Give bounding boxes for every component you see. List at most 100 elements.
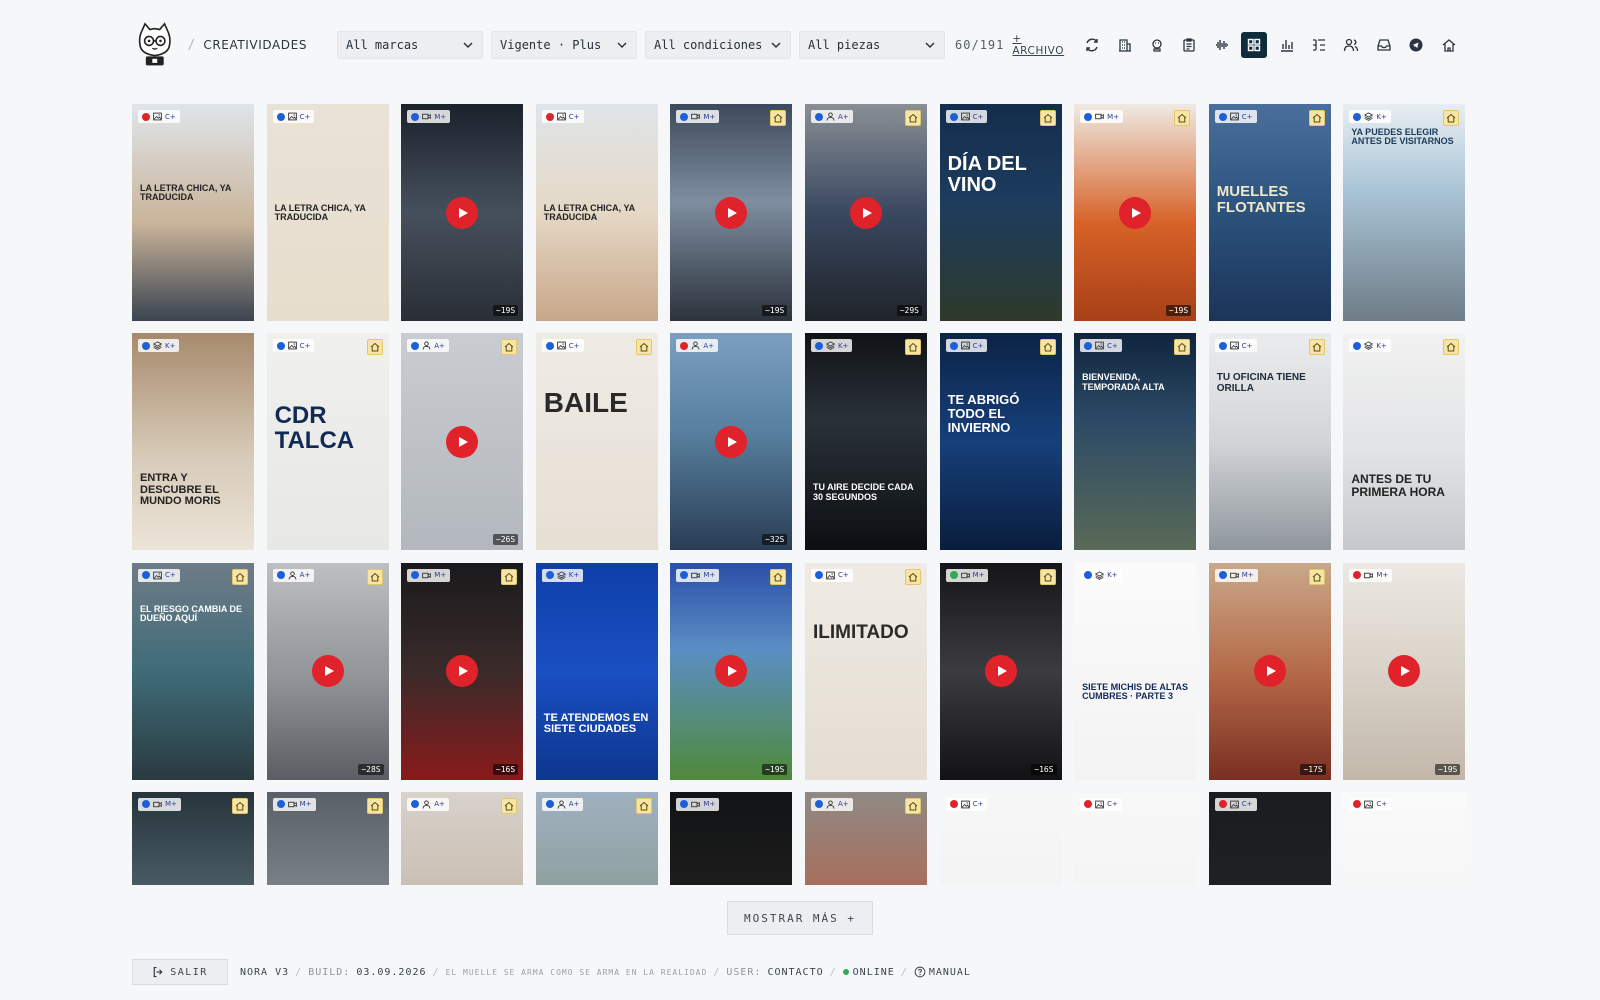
creative-card[interactable]: M+ ~16S (939, 562, 1062, 780)
home-badge[interactable] (366, 797, 383, 814)
home-badge[interactable] (1039, 110, 1056, 126)
toolbar-button-building[interactable] (1112, 32, 1138, 58)
home-badge[interactable] (770, 568, 787, 585)
home-badge[interactable] (232, 568, 248, 585)
creative-card[interactable]: M+ ~19S (670, 104, 793, 321)
filter-select-2[interactable]: All condiciones (645, 31, 792, 59)
creative-card[interactable]: M+ ~16S (401, 562, 524, 780)
creative-card[interactable]: M+ ~17S (1208, 562, 1331, 780)
home-badge[interactable] (1443, 110, 1460, 126)
home-badge[interactable] (366, 568, 383, 585)
creative-card[interactable]: C+ ILIMITADO (804, 562, 927, 780)
toolbar-button-waveform[interactable] (1209, 32, 1235, 58)
manual-link[interactable]: MANUAL (914, 966, 971, 978)
home-badge[interactable] (501, 568, 518, 585)
home-badge[interactable] (1308, 339, 1325, 356)
creative-card[interactable]: K+ TU AIRE DECIDE CADA 30 SEGUNDOS (804, 333, 927, 551)
play-button[interactable] (1253, 655, 1286, 688)
toolbar-button-list[interactable] (1306, 32, 1332, 58)
play-button[interactable] (849, 196, 882, 229)
creative-card[interactable]: C+ TU OFICINA TIENE ORILLA (1208, 333, 1331, 551)
creative-card[interactable]: C+ LA LETRA CHICA, YA TRADUCIDA (132, 104, 254, 321)
creative-card[interactable]: C+ LA LETRA CHICA, YA TRADUCIDA (266, 104, 389, 321)
archive-link[interactable]: + ARCHIVO (1012, 33, 1065, 57)
home-badge[interactable] (904, 797, 921, 814)
creative-card[interactable]: C+ DÍA DEL VINO (939, 104, 1062, 321)
toolbar-button-inbox[interactable] (1371, 32, 1397, 58)
creative-card[interactable]: A+ ~28S (266, 562, 389, 780)
creative-card[interactable]: A+ (535, 791, 658, 885)
filter-select-1[interactable]: Vigente · Plus (491, 31, 638, 59)
creative-card[interactable]: M+ (670, 791, 793, 885)
filter-select-3[interactable]: All piezas (799, 31, 946, 59)
creative-card[interactable]: M+ ~19S (1343, 562, 1466, 780)
home-badge[interactable] (1443, 339, 1460, 356)
play-button[interactable] (446, 655, 479, 688)
creative-card[interactable]: A+ (401, 791, 524, 885)
creative-card[interactable]: C+ (1074, 791, 1197, 885)
home-badge[interactable] (1174, 339, 1191, 356)
toolbar-button-clipboard[interactable] (1176, 32, 1202, 58)
creative-card[interactable]: C+ TE ABRIGÓ TODO EL INVIERNO (939, 333, 1062, 551)
toolbar-button-telegram[interactable] (1403, 32, 1429, 58)
home-badge[interactable] (1174, 110, 1191, 126)
creative-card[interactable]: A+ ~26S (401, 333, 524, 551)
creative-card[interactable]: K+ ANTES DE TU PRIMERA HORA (1343, 333, 1466, 551)
toolbar-button-bar-chart[interactable] (1274, 32, 1300, 58)
creative-card[interactable]: M+ (132, 791, 254, 885)
creative-card[interactable]: C+ MUELLES FLOTANTES (1208, 104, 1331, 321)
creative-card[interactable]: A+ ~32S (670, 333, 793, 551)
play-button[interactable] (311, 655, 344, 688)
play-button[interactable] (446, 196, 479, 229)
play-button[interactable] (1119, 196, 1152, 229)
creative-card[interactable]: C+ (1343, 791, 1466, 885)
home-badge[interactable] (501, 339, 518, 356)
home-badge[interactable] (232, 797, 248, 814)
home-badge[interactable] (635, 797, 652, 814)
filter-select-0[interactable]: All marcas (337, 31, 484, 59)
creative-card[interactable]: C+ EL RIESGO CAMBIA DE DUEÑO AQUÍ (132, 562, 254, 780)
creative-card[interactable]: A+ (804, 791, 927, 885)
play-button[interactable] (446, 425, 479, 458)
creative-card[interactable]: M+ ~19S (1074, 104, 1197, 321)
creative-card[interactable]: C+ BAILE (535, 333, 658, 551)
home-badge[interactable] (770, 110, 787, 126)
toolbar-button-grid[interactable] (1241, 32, 1268, 58)
creative-card[interactable]: K+ YA PUEDES ELEGIR ANTES DE VISITARNOS (1343, 104, 1466, 321)
cat-logo-icon[interactable] (132, 16, 178, 74)
creative-card[interactable]: C+ (1208, 791, 1331, 885)
home-badge[interactable] (635, 339, 652, 356)
status-dot-icon (545, 112, 554, 121)
home-badge[interactable] (1308, 110, 1325, 126)
home-badge[interactable] (904, 110, 921, 126)
home-badge[interactable] (904, 568, 921, 585)
creative-card[interactable]: K+ SIETE MICHIS DE ALTAS CUMBRES · PARTE … (1074, 562, 1197, 780)
show-more-button[interactable]: MOSTRAR MÁS + (727, 901, 873, 935)
creative-card[interactable]: M+ ~19S (670, 562, 793, 780)
creative-card[interactable]: C+ LA LETRA CHICA, YA TRADUCIDA (535, 104, 658, 321)
logout-button[interactable]: SALIR (132, 959, 228, 985)
creative-card[interactable]: K+ ENTRA Y DESCUBRE EL MUNDO MORIS (132, 333, 254, 551)
toolbar-button-users[interactable] (1338, 32, 1364, 58)
home-badge[interactable] (904, 339, 921, 356)
home-badge[interactable] (1039, 568, 1056, 585)
play-button[interactable] (715, 196, 748, 229)
play-button[interactable] (715, 655, 748, 688)
toolbar-button-chef[interactable] (1144, 32, 1170, 58)
play-button[interactable] (715, 425, 748, 458)
play-button[interactable] (1388, 655, 1421, 688)
home-badge[interactable] (366, 339, 383, 356)
creative-card[interactable]: A+ ~29S (804, 104, 927, 321)
play-button[interactable] (984, 655, 1017, 688)
creative-card[interactable]: C+ (939, 791, 1062, 885)
creative-card[interactable]: K+ TE ATENDEMOS EN SIETE CIUDADES (535, 562, 658, 780)
creative-card[interactable]: M+ (266, 791, 389, 885)
home-badge[interactable] (501, 797, 518, 814)
toolbar-button-refresh[interactable] (1079, 32, 1105, 58)
toolbar-button-home[interactable] (1436, 32, 1462, 58)
creative-card[interactable]: C+ CDR TALCA (266, 333, 389, 551)
home-badge[interactable] (1039, 339, 1056, 356)
creative-card[interactable]: M+ ~19S (401, 104, 524, 321)
home-badge[interactable] (1308, 568, 1325, 585)
creative-card[interactable]: C+ BIENVENIDA, TEMPORADA ALTA (1074, 333, 1197, 551)
